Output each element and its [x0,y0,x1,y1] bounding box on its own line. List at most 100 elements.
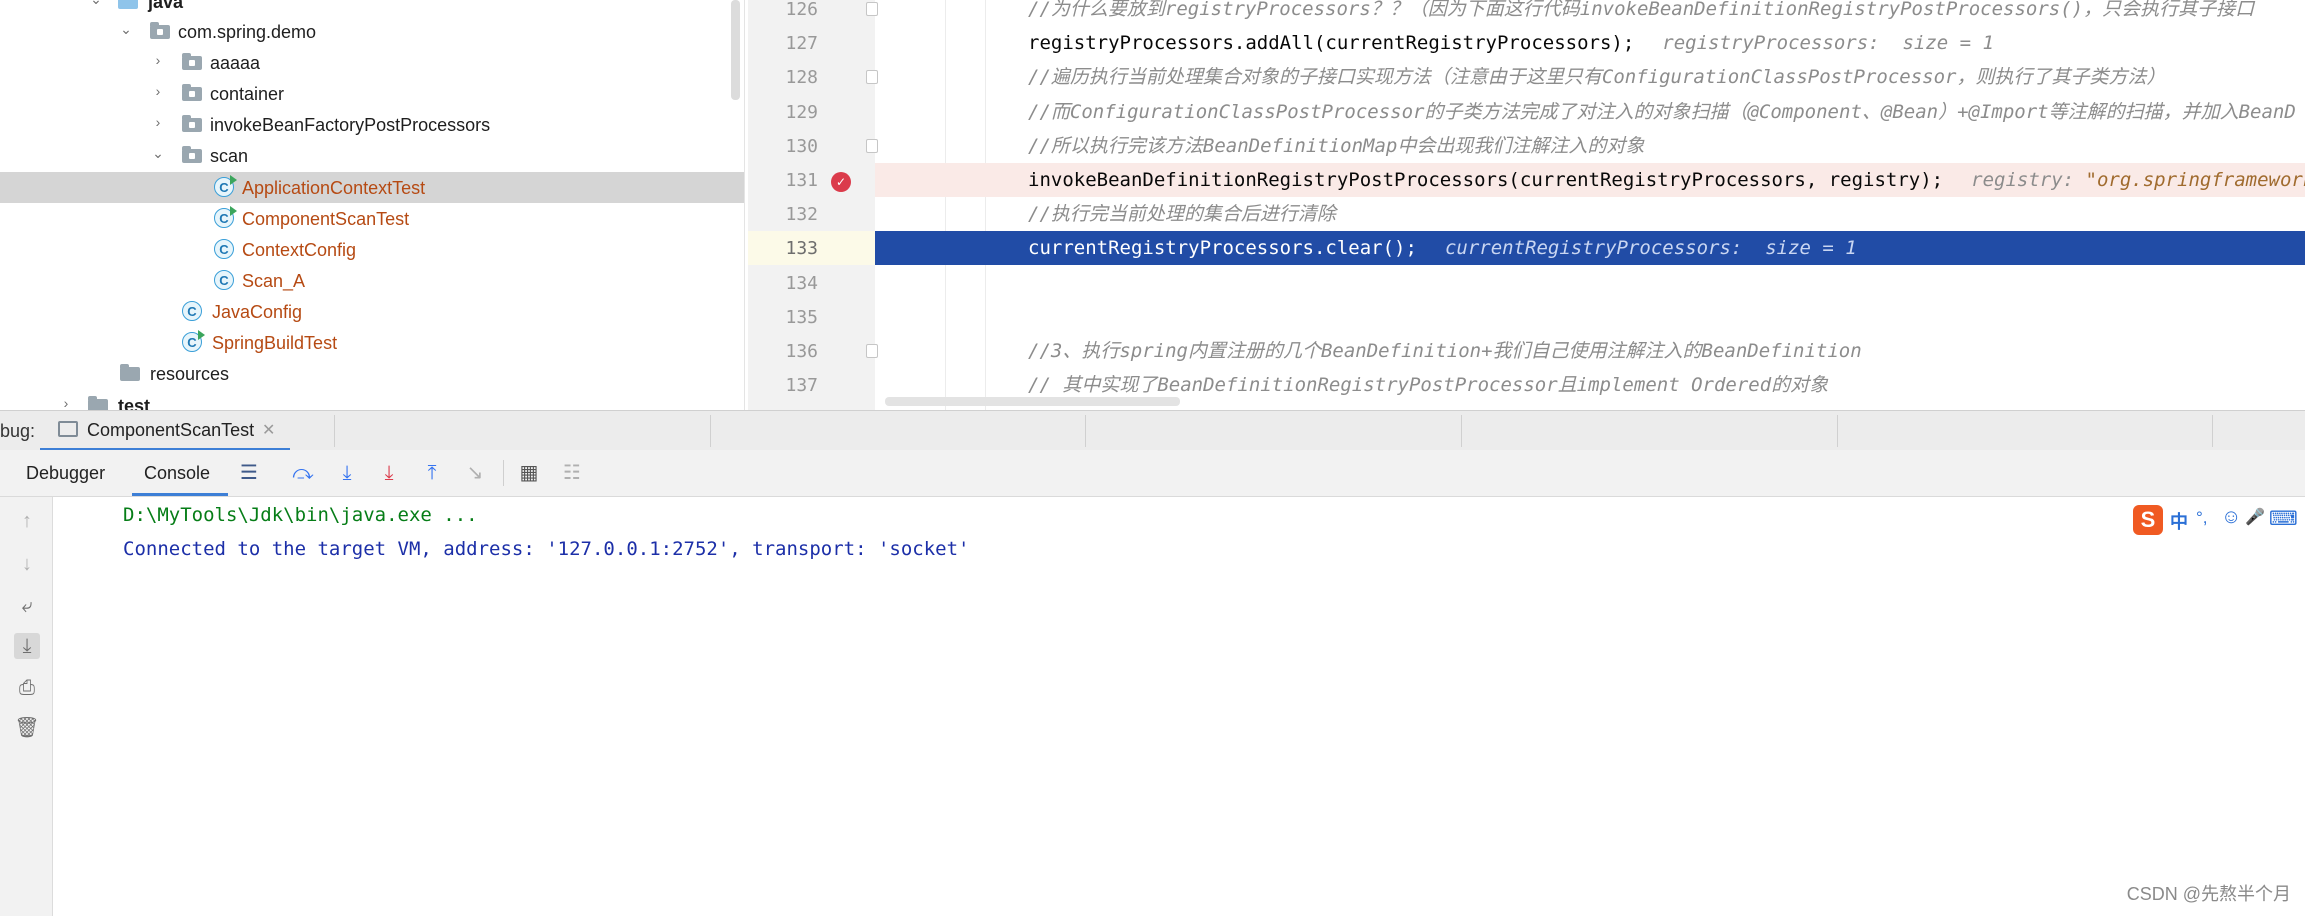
tree-item-componentscantest[interactable]: C ComponentScanTest [0,203,744,234]
package-folder-icon [182,145,204,165]
inline-debug-value: registryProcessors: size = 1 [1662,32,1994,55]
chevron-down-icon[interactable]: ⌄ [150,145,166,161]
breakpoint-icon[interactable]: ✓ [831,172,851,192]
tree-item-java[interactable]: ⌄ java [0,0,744,17]
tree-item-label: resources [150,364,230,384]
step-out-icon[interactable]: ⤒ [419,460,445,486]
project-tree: ⌄ java ⌄ com.spring.demo › aaaaa › container › in… [0,0,745,410]
print-icon[interactable]: ⎙ [14,675,40,701]
tree-item-aaaaa[interactable]: › aaaaa [0,47,744,78]
folder-icon [88,395,110,410]
trace-icon[interactable]: ☷ [559,460,585,486]
fold-marker-icon[interactable] [866,138,878,153]
line-number: 131 [785,170,818,191]
line-number: 127 [785,33,818,55]
tree-item-resources[interactable]: resources [0,358,744,389]
tab-debugger-label: Debugger [26,463,106,483]
tree-item-scan[interactable]: ⌄ scan [0,140,744,171]
tab-console-label: Console [144,463,211,483]
force-step-into-icon[interactable]: ⤓ [376,460,402,486]
console-output[interactable]: D:\MyTools\Jdk\bin\java.exe ... Connecte… [53,497,2305,916]
debug-session-bar: bug: ComponentScanTest ✕ [0,410,2305,452]
test-class-icon: C [214,175,237,197]
step-over-icon[interactable]: ⤼ [290,460,316,486]
tree-item-label: Scan_A [242,271,306,291]
class-icon: C [214,270,236,290]
up-arrow-icon[interactable]: ↑ [14,508,40,534]
toolbar-divider [503,460,504,486]
fold-marker-icon[interactable] [866,2,878,16]
source-folder-icon [118,0,140,11]
chevron-right-icon[interactable]: › [150,83,166,99]
tree-item-label: JavaConfig [212,302,303,322]
line-number: 137 [785,375,818,397]
chevron-down-icon[interactable]: ⌄ [88,0,104,7]
tab-debugger[interactable]: Debugger [14,450,134,496]
tree-item-test[interactable]: › test [0,390,744,410]
line-number: 136 [785,341,818,362]
menu-icon[interactable]: ☰ [236,460,262,486]
ime-keyboard-icon[interactable]: ⌨ [2269,506,2298,531]
code-text: //遍历执行当前处理集合对象的子接口实现方法（注意由于这里只有Configura… [1028,66,2166,89]
watermark: CSDN @先熬半个月 [2126,884,2291,904]
class-icon: C [214,239,236,259]
line-number: 134 [785,272,818,294]
run-to-cursor-icon[interactable]: ↘ [462,460,488,486]
code-comment: //为什么要放到registryProcessors？？（因为下面这行代码inv… [1028,0,2254,26]
ime-emoji-icon[interactable]: ☺ [2221,506,2241,529]
debug-session-tab[interactable]: ComponentScanTest ✕ [40,411,290,451]
code-text: // 其中实现了BeanDefinitionRegistryPostProces… [1028,374,1829,397]
inline-debug-value: currentRegistryProcessors: size = 1 [1444,237,1857,260]
folder-icon [120,363,142,383]
tab-console[interactable]: Console [132,450,228,496]
chevron-down-icon[interactable]: ⌄ [118,21,134,37]
tree-item-label: ComponentScanTest [242,209,410,229]
code-text: //而ConfigurationClassPostProcessor的子类方法完… [1028,100,2296,123]
editor-horizontal-scrollbar[interactable] [885,397,1180,406]
fold-marker-icon[interactable] [866,344,878,358]
package-folder-icon [182,52,204,72]
session-tab-label: ComponentScanTest [87,420,255,440]
line-number: 135 [785,306,818,328]
tree-item-contextconfig[interactable]: C ContextConfig [0,234,744,265]
soft-wrap-icon[interactable]: ⤶ [14,593,40,619]
code-comment: //执行完当前处理的集合后进行清除 [1028,197,1336,231]
trash-icon[interactable]: 🗑 [14,715,40,741]
tree-item-label: test [118,396,151,410]
fold-marker-icon[interactable] [866,70,878,85]
ime-voice-icon[interactable]: 🎤 [2245,507,2265,527]
ime-chinese-mode[interactable]: 中 [2170,508,2188,534]
tree-item-label: SpringBuildTest [212,333,338,353]
chevron-right-icon[interactable]: › [150,52,166,68]
code-comment: //而ConfigurationClassPostProcessor的子类方法完… [1028,95,2296,129]
code-text: registryProcessors.addAll(currentRegistr… [1028,32,1635,55]
scroll-to-end-icon[interactable]: ⤓ [14,633,40,659]
tab-divider [334,415,335,447]
tree-item-applicationcontexttest[interactable]: C ApplicationContextTest [0,172,744,203]
tree-item-invokebeanfactorypostprocessors[interactable]: › invokeBeanFactoryPostProcessors [0,109,744,140]
step-into-icon[interactable]: ⤓ [334,460,360,486]
evaluate-expression-icon[interactable]: ▦ [516,460,542,486]
code-text: //所以执行完该方法BeanDefinitionMap中会出现我们注解注入的对象 [1028,134,1645,157]
code-comment: //3、执行spring内置注册的几个BeanDefinition+我们自己使用… [1028,334,1862,368]
tree-item-container[interactable]: › container [0,78,744,109]
down-arrow-icon[interactable]: ↓ [14,551,40,577]
chevron-right-icon[interactable]: › [58,395,74,410]
tree-item-scan-a[interactable]: C Scan_A [0,265,744,296]
chevron-right-icon[interactable]: › [150,114,166,130]
tree-item-label: scan [210,146,249,166]
tree-item-springbuildtest[interactable]: C SpringBuildTest [0,327,744,358]
code-line: invokeBeanDefinitionRegistryPostProcesso… [1028,163,2305,197]
close-tab-icon[interactable]: ✕ [262,420,275,440]
debug-label: bug: [0,421,36,441]
tree-item-label: ContextConfig [242,240,357,260]
line-number: 129 [785,101,818,123]
line-number: 133 [785,238,818,260]
tree-item-com-spring-demo[interactable]: ⌄ com.spring.demo [0,16,744,47]
tab-divider [1085,415,1086,447]
inline-debug-string: "org.springframework [2085,169,2305,191]
ime-toolbar[interactable]: S 中 °, ☺ 🎤 ⌨ [2133,505,2305,537]
tree-vertical-scrollbar[interactable] [731,0,740,100]
tree-item-javaconfig[interactable]: C JavaConfig [0,296,744,327]
ime-punctuation[interactable]: °, [2196,508,2208,528]
